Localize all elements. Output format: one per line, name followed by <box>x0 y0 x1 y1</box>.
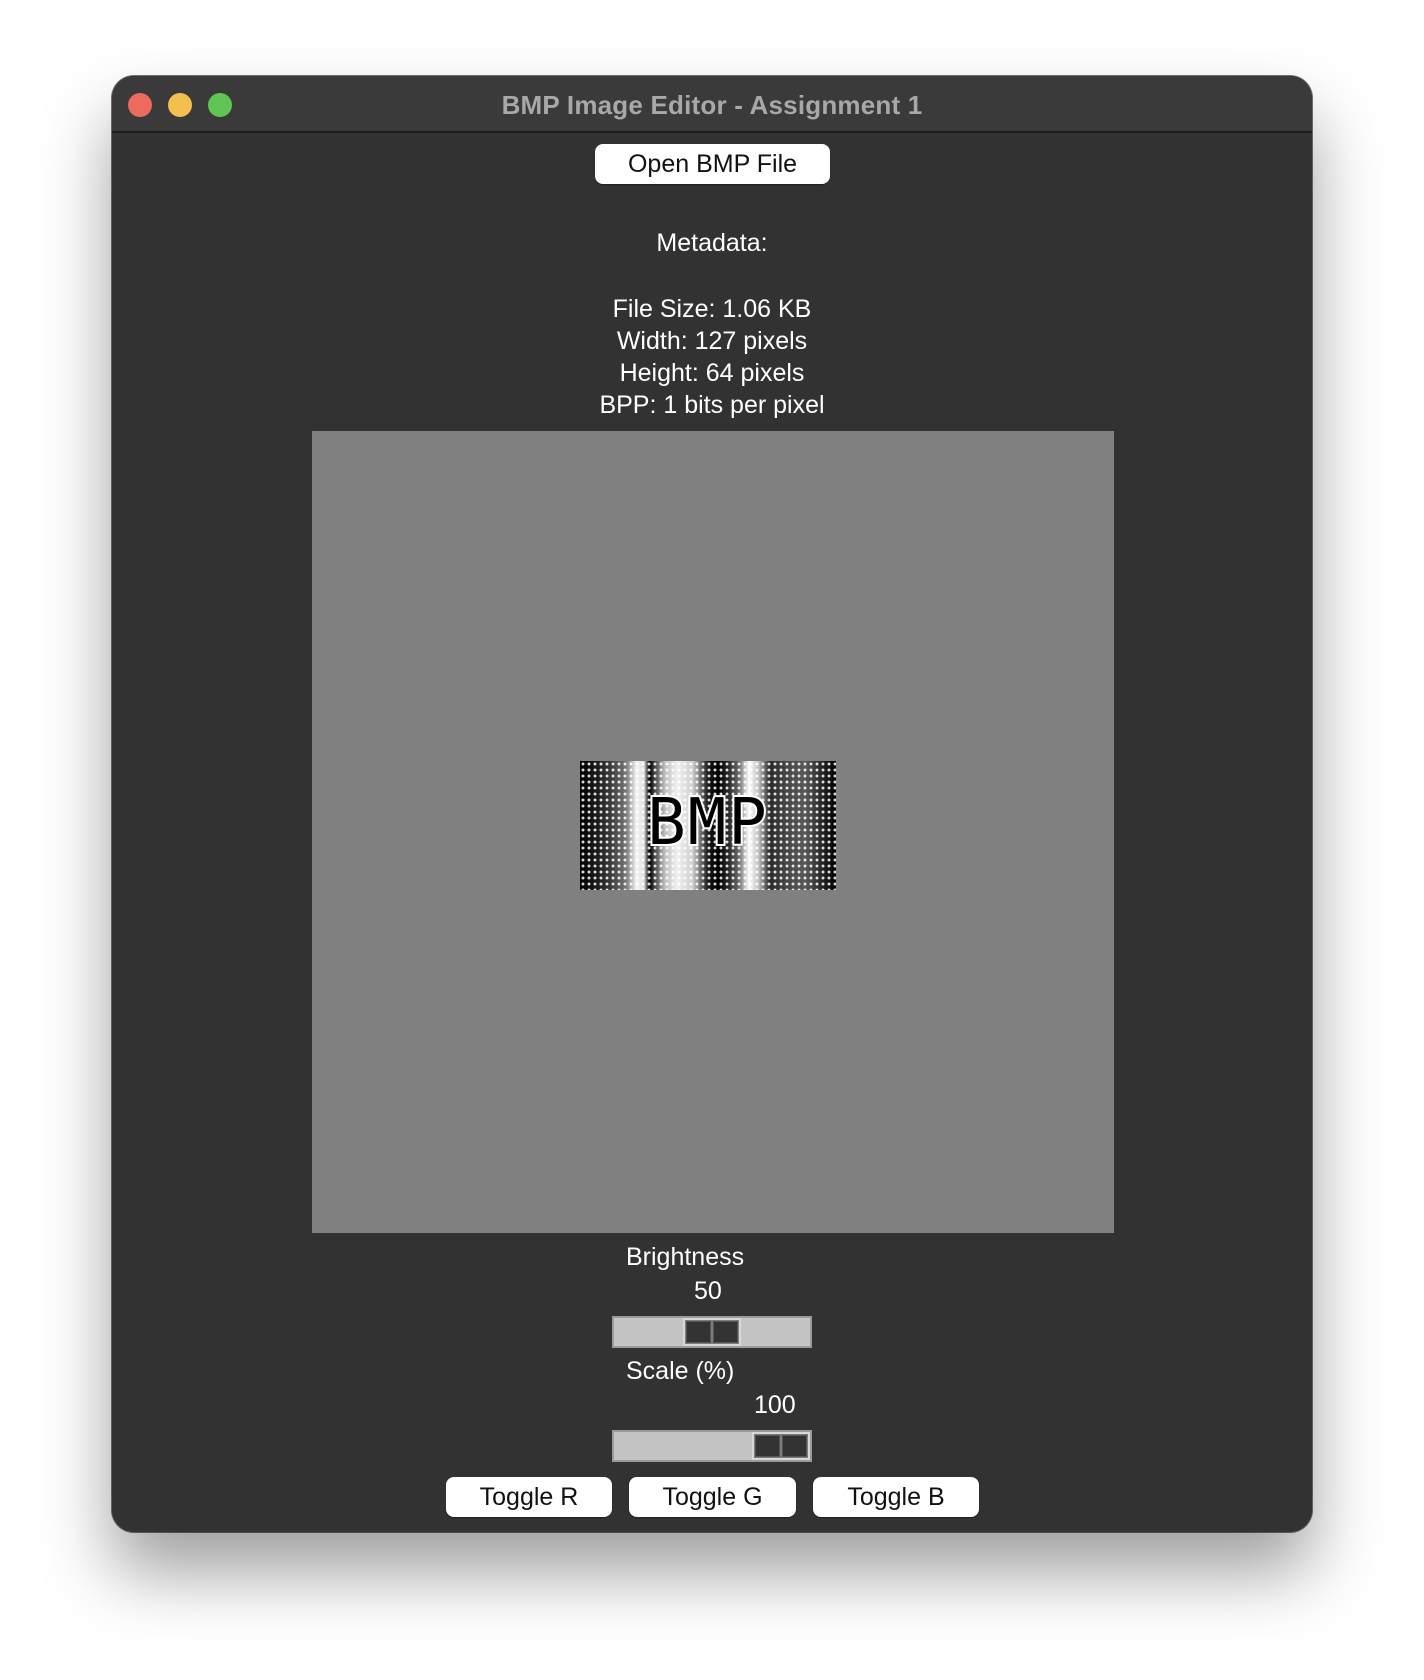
height-text: Height: 64 pixels <box>619 359 805 387</box>
bmp-image-text: BMP <box>645 785 769 861</box>
brightness-slider-thumb[interactable] <box>683 1318 741 1346</box>
toggle-g-button[interactable]: Toggle G <box>629 1477 796 1517</box>
title-bar[interactable]: BMP Image Editor - Assignment 1 <box>112 76 1312 133</box>
app-window: BMP Image Editor - Assignment 1 Open BMP… <box>112 76 1312 1532</box>
bpp-text: BPP: 1 bits per pixel <box>599 391 825 419</box>
scale-slider[interactable] <box>612 1430 812 1462</box>
bmp-image-preview: BMP <box>580 761 836 890</box>
toggle-b-button[interactable]: Toggle B <box>813 1477 979 1517</box>
metadata-heading: Metadata: <box>656 229 768 257</box>
scale-value: 100 <box>754 1391 796 1419</box>
brightness-slider[interactable] <box>612 1316 812 1348</box>
scale-label: Scale (%) <box>626 1357 735 1385</box>
image-canvas: BMP <box>312 431 1114 1233</box>
metadata-panel: File Size: 1.06 KB Width: 127 pixels Hei… <box>112 293 1312 421</box>
brightness-label: Brightness <box>626 1243 745 1271</box>
window-title: BMP Image Editor - Assignment 1 <box>501 90 923 120</box>
toggle-r-button[interactable]: Toggle R <box>446 1477 612 1517</box>
brightness-value: 50 <box>694 1277 722 1305</box>
width-text: Width: 127 pixels <box>616 327 808 355</box>
scale-slider-thumb[interactable] <box>752 1432 810 1460</box>
open-bmp-file-button[interactable]: Open BMP File <box>595 144 830 184</box>
file-size-text: File Size: 1.06 KB <box>612 295 812 323</box>
